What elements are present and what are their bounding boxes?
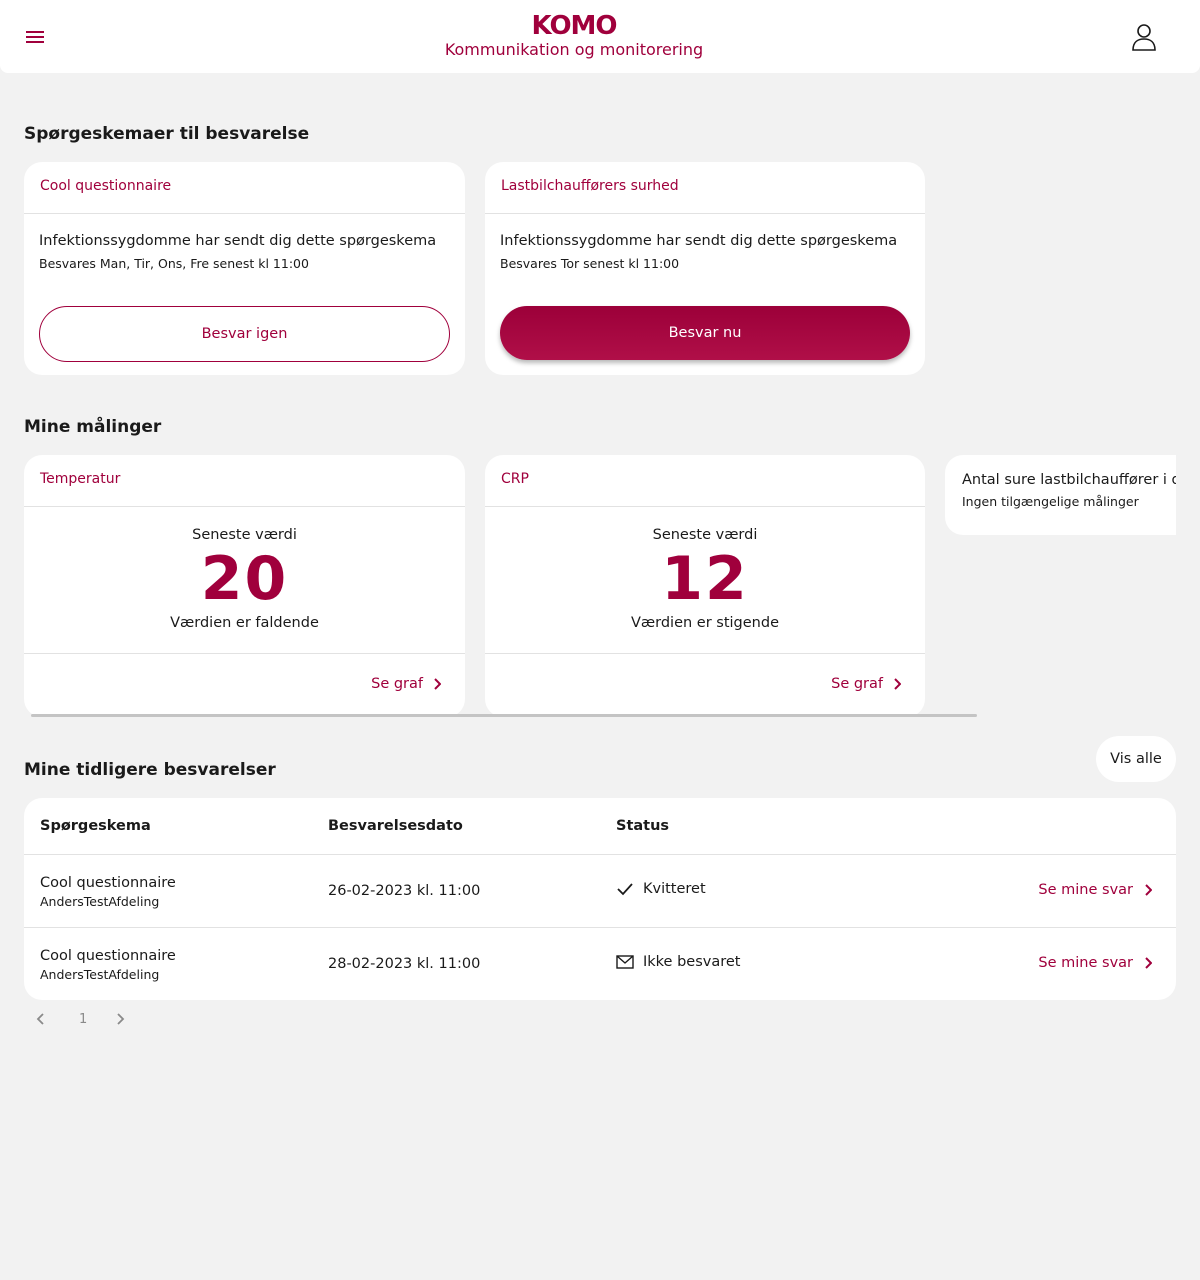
history-table: Spørgeskema Besvarelsesdato Status Cool … <box>24 798 1176 1000</box>
questionnaire-due: Besvares Tor senest kl 11:00 <box>500 256 680 271</box>
chevron-right-icon <box>117 1013 125 1025</box>
see-my-answers-label: Se mine svar <box>1038 882 1133 898</box>
app-header: KOMO Kommunikation og monitorering <box>0 0 1200 73</box>
checkmark-icon <box>617 883 633 896</box>
table-row: Cool questionnaire AndersTestAfdeling 26… <box>24 855 1176 928</box>
table-row: Cool questionnaire AndersTestAfdeling 28… <box>24 928 1176 1000</box>
table-header: Spørgeskema Besvarelsesdato Status <box>24 798 1176 855</box>
trend-text: Værdien er stigende <box>630 615 780 631</box>
measurement-card-empty: Antal sure lastbilchauffører i dag Ingen… <box>945 455 1176 535</box>
next-page-button[interactable] <box>114 1010 126 1032</box>
previous-page-button[interactable] <box>34 1010 46 1032</box>
logo-subtitle: Kommunikation og monitorering <box>444 40 704 59</box>
row-status-label: Ikke besvaret <box>643 954 741 970</box>
row-date: 26-02-2023 kl. 11:00 <box>328 883 481 899</box>
row-status-label: Kvitteret <box>643 881 706 897</box>
measurement-name: CRP <box>485 455 925 507</box>
answer-now-button[interactable]: Besvar nu <box>500 306 910 360</box>
row-questionnaire-name: Cool questionnaire <box>40 948 176 964</box>
chevron-left-icon <box>36 1013 44 1025</box>
chevron-right-icon <box>434 678 441 690</box>
user-profile-button[interactable] <box>1128 22 1160 52</box>
see-my-answers-link[interactable]: Se mine svar <box>1038 955 1152 971</box>
measurement-name: Temperatur <box>24 455 465 507</box>
answer-again-button[interactable]: Besvar igen <box>39 306 450 362</box>
column-header-status: Status <box>616 818 670 834</box>
row-date: 28-02-2023 kl. 11:00 <box>328 956 481 972</box>
measurements-title: Mine målinger <box>24 417 162 437</box>
history-title: Mine tidligere besvarelser <box>24 760 276 780</box>
row-status: Kvitteret <box>616 881 706 897</box>
see-graph-link[interactable]: Se graf <box>831 676 901 692</box>
latest-value-label: Seneste værdi <box>652 527 758 543</box>
questionnaire-due: Besvares Man, Tir, Ons, Fre senest kl 11… <box>39 256 309 271</box>
column-header-questionnaire: Spørgeskema <box>40 818 151 834</box>
questionnaire-card: Cool questionnaire Infektionssygdomme ha… <box>24 162 465 375</box>
column-header-date: Besvarelsesdato <box>328 818 463 834</box>
chevron-right-icon <box>1145 884 1152 896</box>
measurement-name: Antal sure lastbilchauffører i dag <box>962 472 1176 488</box>
show-all-button[interactable]: Vis alle <box>1096 736 1176 782</box>
measurement-card: Temperatur Seneste værdi 20 Værdien er f… <box>24 455 465 717</box>
measurement-card: CRP Seneste værdi 12 Værdien er stigende… <box>485 455 925 717</box>
row-department: AndersTestAfdeling <box>40 967 160 982</box>
logo-text: KOMO <box>531 11 617 41</box>
questionnaire-name: Lastbilchaufførers surhed <box>485 162 925 214</box>
see-my-answers-link[interactable]: Se mine svar <box>1038 882 1152 898</box>
questionnaire-card: Lastbilchaufførers surhed Infektionssygd… <box>485 162 925 375</box>
measurement-value: 12 <box>661 544 749 614</box>
questionnaire-sender: Infektionssygdomme har sendt dig dette s… <box>39 233 437 249</box>
latest-value-label: Seneste værdi <box>192 527 297 543</box>
current-page-number[interactable]: 1 <box>79 1012 87 1027</box>
chevron-right-icon <box>1145 957 1152 969</box>
trend-text: Værdien er faldende <box>170 615 319 631</box>
chevron-right-icon <box>894 678 901 690</box>
row-questionnaire-name: Cool questionnaire <box>40 875 176 891</box>
questionnaire-name: Cool questionnaire <box>24 162 465 214</box>
envelope-icon <box>616 955 634 969</box>
questionnaires-title: Spørgeskemaer til besvarelse <box>24 124 310 144</box>
measurement-value: 20 <box>200 544 289 614</box>
horizontal-scrollbar[interactable] <box>31 714 977 717</box>
row-department: AndersTestAfdeling <box>40 894 160 909</box>
see-graph-label: Se graf <box>831 676 883 692</box>
see-graph-label: Se graf <box>371 676 423 692</box>
app-logo[interactable]: KOMO Kommunikation og monitorering <box>0 12 1148 60</box>
questionnaire-sender: Infektionssygdomme har sendt dig dette s… <box>500 233 898 249</box>
user-icon <box>1132 24 1156 51</box>
row-status: Ikke besvaret <box>616 954 740 970</box>
no-measurements-text: Ingen tilgængelige målinger <box>962 494 1139 509</box>
see-my-answers-label: Se mine svar <box>1038 955 1133 971</box>
see-graph-link[interactable]: Se graf <box>371 676 441 692</box>
